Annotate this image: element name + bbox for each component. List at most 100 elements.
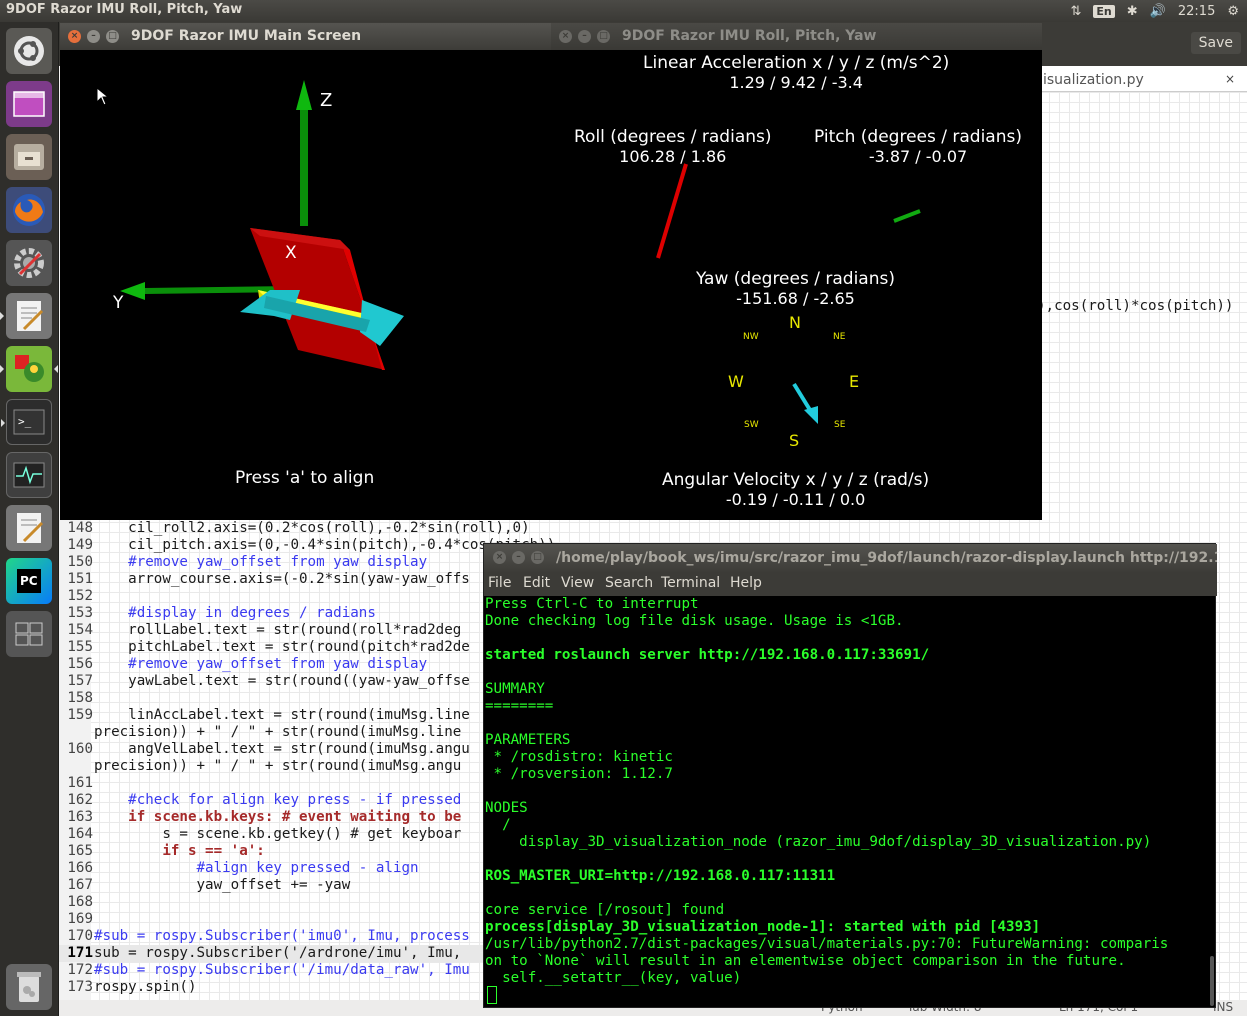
code-line[interactable]: 157 yawLabel.text = str(round((yaw-yaw_o… — [59, 673, 484, 690]
settings-gear-icon[interactable]: ⚙ — [1227, 4, 1239, 19]
code-line[interactable]: 169 — [59, 911, 484, 928]
menu-file[interactable]: File — [488, 575, 511, 591]
code-text: #sub = rospy.Subscriber('/imu/data_raw',… — [94, 962, 470, 978]
code-line[interactable]: 158 — [59, 690, 484, 707]
code-line[interactable]: 160 angVelLabel.text = str(round(imuMsg.… — [59, 741, 484, 758]
active-window-title: 9DOF Razor IMU Roll, Pitch, Yaw — [6, 2, 243, 17]
code-line[interactable]: 150 #remove yaw_offset from yaw display — [59, 554, 484, 571]
keyboard-layout-indicator[interactable]: En — [1093, 4, 1115, 18]
python-idle-icon[interactable] — [0, 346, 58, 392]
imu-main-screen-window: × – □ 9DOF Razor IMU Main Screen × – □ 9… — [60, 23, 1042, 520]
trash-icon[interactable] — [6, 964, 52, 1010]
ubuntu-dash-icon[interactable] — [6, 28, 52, 74]
code-line[interactable]: 155 pitchLabel.text = str(round(pitch*ra… — [59, 639, 484, 656]
minimize-icon[interactable]: – — [578, 30, 591, 43]
code-line[interactable]: 153 #display in degrees / radians — [59, 605, 484, 622]
code-line[interactable]: 161 — [59, 775, 484, 792]
code-text: angVelLabel.text = str(round(imuMsg.angu — [94, 741, 470, 757]
code-line[interactable]: 166 #align key pressed - align — [59, 860, 484, 877]
code-line[interactable]: 168 — [59, 894, 484, 911]
z-axis-shaft — [300, 110, 308, 226]
3d-scene-canvas[interactable]: Z Y X Press 'a' to align Linear Accelera… — [60, 50, 1042, 520]
menu-help[interactable]: Help — [730, 575, 762, 591]
line-number: 153 — [67, 605, 93, 621]
files-icon[interactable] — [6, 134, 52, 180]
editor-tab[interactable]: isualization.py × — [1039, 66, 1247, 92]
text-editor-2-icon[interactable] — [6, 505, 52, 551]
maximize-icon[interactable]: □ — [531, 551, 544, 564]
system-settings-icon[interactable] — [6, 240, 52, 286]
compass-ne: NE — [833, 332, 846, 342]
volume-icon[interactable]: 🔊 — [1150, 4, 1166, 19]
system-monitor-icon[interactable] — [6, 452, 52, 498]
code-text: arrow_course.axis=(-0.2*sin(yaw-yaw_offs — [94, 571, 470, 587]
close-icon[interactable]: × — [559, 30, 572, 43]
code-line[interactable]: precision)) + " / " + str(round(imuMsg.l… — [59, 724, 484, 741]
main-window-titlebar[interactable]: × – □ 9DOF Razor IMU Main Screen — [60, 23, 551, 50]
code-line[interactable]: 149 cil_pitch.axis=(0,-0.4*sin(pitch),-0… — [59, 537, 555, 554]
code-line[interactable]: 152 — [59, 588, 484, 605]
code-line[interactable]: 165 if s == 'a': — [59, 843, 484, 860]
line-number: 164 — [67, 826, 93, 842]
code-line[interactable]: 164 s = scene.kb.getkey() # get keyboar — [59, 826, 484, 843]
compass-w: W — [728, 372, 744, 391]
code-line[interactable]: 171sub = rospy.Subscriber('/ardrone/imu'… — [59, 945, 484, 962]
code-line[interactable]: 167 yaw_offset += -yaw — [59, 877, 484, 894]
bluetooth-icon[interactable]: ✱ — [1127, 4, 1138, 19]
code-text: yawLabel.text = str(round((yaw-yaw_offse — [94, 673, 470, 689]
terminal-scrollbar[interactable] — [1210, 956, 1214, 1006]
minimize-icon[interactable]: – — [87, 30, 100, 43]
menu-edit[interactable]: Edit — [523, 575, 550, 591]
terminal-line: self.__setattr__(key, value) — [485, 970, 742, 986]
code-line[interactable]: 172#sub = rospy.Subscriber('/imu/data_ra… — [59, 962, 484, 979]
code-line[interactable]: 154 rollLabel.text = str(round(roll*rad2… — [59, 622, 484, 639]
code-text: yaw_offset += -yaw — [94, 877, 351, 893]
code-line[interactable]: precision)) + " / " + str(round(imuMsg.a… — [59, 758, 484, 775]
code-line[interactable]: 156 #remove yaw_offset from yaw display — [59, 656, 484, 673]
code-line[interactable]: 159 linAccLabel.text = str(round(imuMsg.… — [59, 707, 484, 724]
inactive-window-titlebar[interactable]: × – □ 9DOF Razor IMU Roll, Pitch, Yaw — [551, 23, 1042, 50]
menu-view[interactable]: View — [561, 575, 594, 591]
terminal-window[interactable]: × – □ /home/play/book_ws/imu/src/razor_i… — [483, 543, 1217, 1009]
minimize-icon[interactable]: – — [512, 551, 525, 564]
menu-search[interactable]: Search — [605, 575, 653, 591]
code-line[interactable]: 148 cil_roll2.axis=(0.2*cos(roll),-0.2*s… — [59, 520, 529, 537]
terminal-line: ======== — [485, 698, 554, 714]
text-editor-icon[interactable] — [0, 293, 52, 339]
line-number: 160 — [67, 741, 93, 757]
code-line[interactable]: 173rospy.spin() — [59, 979, 484, 996]
terminal-titlebar[interactable]: × – □ /home/play/book_ws/imu/src/razor_i… — [484, 544, 1217, 572]
network-icon[interactable]: ⇅ — [1071, 4, 1082, 19]
code-line[interactable]: 170#sub = rospy.Subscriber('imu0', Imu, … — [59, 928, 484, 945]
code-text: sub = rospy.Subscriber('/ardrone/imu', I… — [94, 945, 462, 961]
line-number: 161 — [67, 775, 93, 791]
code-line[interactable]: 162 #check for align key press - if pres… — [59, 792, 484, 809]
firefox-icon[interactable] — [6, 187, 52, 233]
z-axis-head — [296, 80, 312, 110]
code-text: pitchLabel.text = str(round(pitch*rad2de — [94, 639, 470, 655]
menu-terminal[interactable]: Terminal — [661, 575, 720, 591]
maximize-icon[interactable]: □ — [106, 30, 119, 43]
maximize-icon[interactable]: □ — [597, 30, 610, 43]
code-text: linAccLabel.text = str(round(imuMsg.line — [94, 707, 470, 723]
terminal-output[interactable]: Press Ctrl-C to interrupt Done checking l… — [485, 596, 1216, 1009]
terminal-icon[interactable]: >_ — [1, 399, 52, 445]
terminal-line: process[display_3D_visualization_node-1]… — [485, 919, 1041, 935]
line-number: 163 — [67, 809, 93, 825]
code-line[interactable]: 163 if scene.kb.keys: # event waiting to… — [59, 809, 484, 826]
code-text: if s == 'a': — [94, 843, 265, 859]
code-text: rospy.spin() — [94, 979, 197, 995]
close-icon[interactable]: × — [493, 551, 506, 564]
workspaces-icon[interactable] — [6, 611, 52, 657]
save-button[interactable]: Save — [1190, 32, 1241, 54]
pycharm-icon[interactable]: PC — [6, 558, 52, 604]
terminal-line: / — [485, 817, 511, 833]
code-line[interactable]: 151 arrow_course.axis=(-0.2*sin(yaw-yaw_… — [59, 571, 484, 588]
close-icon[interactable]: × — [68, 30, 81, 43]
yaw-arrow-shaft — [792, 382, 812, 412]
compass-e: E — [849, 372, 860, 391]
workspace-app-icon[interactable] — [6, 81, 52, 127]
close-tab-icon[interactable]: × — [1225, 72, 1235, 86]
clock[interactable]: 22:15 — [1178, 4, 1215, 19]
terminal-line: Done checking log file disk usage. Usage… — [485, 613, 904, 629]
